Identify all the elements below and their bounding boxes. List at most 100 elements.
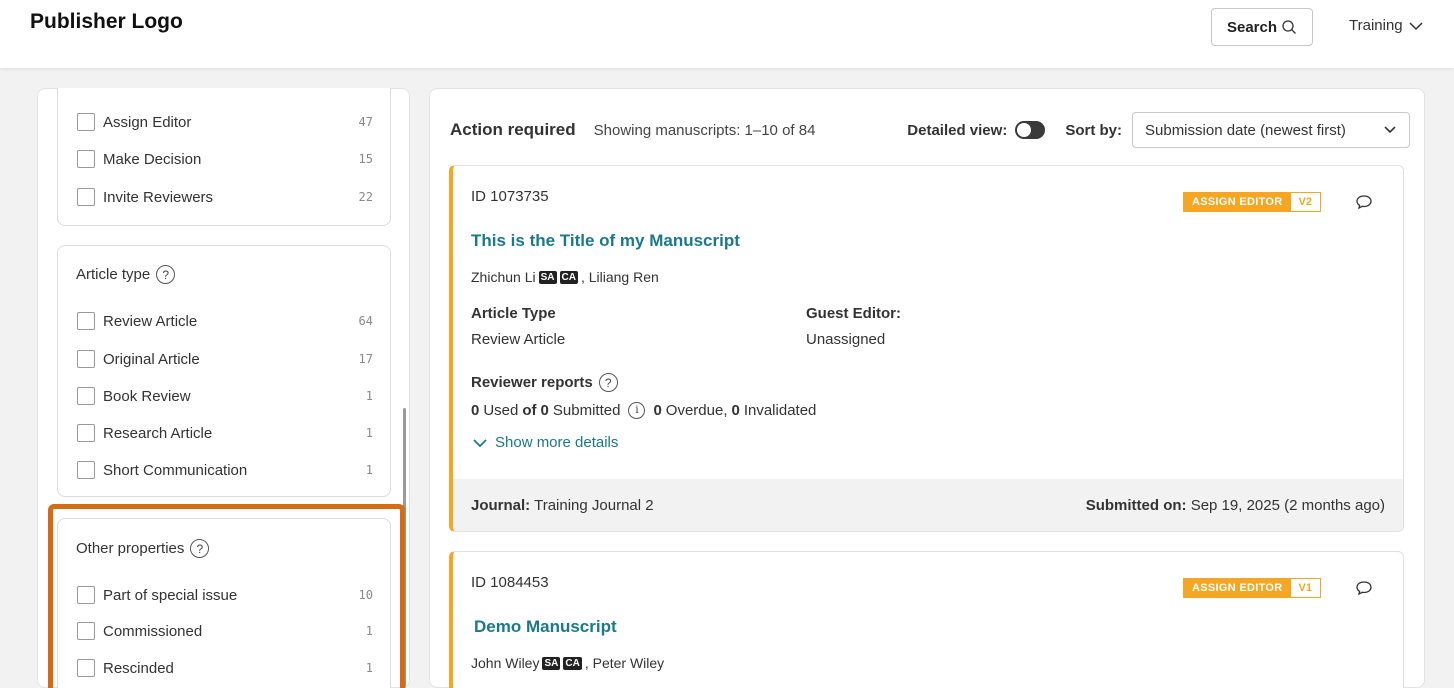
filter-count: 22 bbox=[358, 190, 373, 204]
submitted-on-value: Sep 19, 2025 (2 months ago) bbox=[1190, 496, 1385, 514]
filter-research-article[interactable]: Research Article 1 bbox=[77, 422, 373, 444]
guest-editor-value: Unassigned bbox=[806, 331, 886, 348]
submitted-info: Submitted on: Sep 19, 2025 (2 months ago… bbox=[1086, 497, 1385, 514]
manuscript-id: ID 1073735 bbox=[471, 188, 549, 205]
used-label: Used bbox=[483, 402, 519, 419]
manuscript-card[interactable]: ID 1084453 ASSIGN EDITOR V1 Demo Manuscr… bbox=[449, 551, 1404, 688]
manuscript-card[interactable]: ID 1073735 ASSIGN EDITOR V2 This is the … bbox=[449, 165, 1404, 532]
checkbox[interactable] bbox=[77, 312, 95, 330]
filter-label: Review Article bbox=[103, 312, 198, 330]
checkbox[interactable] bbox=[77, 188, 95, 206]
action-filter-group: Assign Editor 47 Make Decision 15 Invite… bbox=[57, 88, 391, 226]
info-icon[interactable]: i bbox=[628, 402, 646, 419]
article-type-filter-group: Article type ? Review Article 64 Origina… bbox=[57, 245, 391, 497]
filter-label: Make Decision bbox=[103, 150, 202, 168]
version-label: V1 bbox=[1298, 582, 1312, 594]
invalidated-label: Invalidated bbox=[743, 402, 817, 419]
tag-sa: SA bbox=[542, 656, 561, 670]
article-type-label: Article Type bbox=[471, 305, 556, 322]
filter-count: 1 bbox=[365, 426, 373, 440]
manuscript-list-panel: Action required Showing manuscripts: 1–1… bbox=[429, 88, 1425, 688]
reviewer-reports-heading: Reviewer reports ? bbox=[471, 373, 618, 392]
manuscript-title[interactable]: This is the Title of my Manuscript bbox=[471, 231, 740, 251]
of-label: of bbox=[522, 402, 537, 419]
chevron-down-icon bbox=[1384, 126, 1396, 134]
checkbox[interactable] bbox=[77, 350, 95, 368]
sort-value: Submission date (newest first) bbox=[1145, 121, 1346, 139]
showing-count: Showing manuscripts: 1–10 of 84 bbox=[593, 121, 816, 139]
version-label: V2 bbox=[1298, 196, 1312, 208]
used-count: 0 bbox=[471, 402, 480, 419]
guest-editor-label: Guest Editor: bbox=[806, 305, 902, 322]
author-name: , Liliang Ren bbox=[580, 269, 659, 285]
checkbox[interactable] bbox=[77, 113, 95, 131]
checkbox[interactable] bbox=[77, 150, 95, 168]
status-label: ASSIGN EDITOR bbox=[1184, 579, 1291, 597]
comment-icon[interactable] bbox=[1355, 193, 1373, 211]
sort-label: Sort by: bbox=[1065, 121, 1122, 139]
search-icon bbox=[1282, 20, 1296, 34]
filter-count: 47 bbox=[358, 115, 373, 129]
journal-value: Training Journal 2 bbox=[534, 496, 654, 514]
filter-original-article[interactable]: Original Article 17 bbox=[77, 348, 373, 370]
article-type-value: Review Article bbox=[471, 331, 566, 348]
detailed-view-control: Detailed view: bbox=[907, 121, 1046, 139]
help-icon[interactable]: ? bbox=[156, 265, 176, 284]
help-icon[interactable]: ? bbox=[598, 373, 618, 392]
sort-select[interactable]: Submission date (newest first) bbox=[1132, 112, 1410, 148]
filter-assign-editor[interactable]: Assign Editor 47 bbox=[77, 111, 373, 133]
training-label: Training bbox=[1349, 17, 1403, 34]
tag-ca: CA bbox=[563, 656, 582, 670]
checkbox[interactable] bbox=[77, 461, 95, 479]
list-title: Action required bbox=[450, 120, 576, 139]
filter-label: Research Article bbox=[103, 424, 213, 442]
author-name: , Peter Wiley bbox=[584, 655, 665, 671]
training-menu[interactable]: Training bbox=[1349, 17, 1423, 34]
status-badge: ASSIGN EDITOR V2 bbox=[1183, 192, 1321, 212]
filter-count: 1 bbox=[365, 389, 373, 403]
filter-review-article[interactable]: Review Article 64 bbox=[77, 310, 373, 332]
filter-label: Book Review bbox=[103, 387, 191, 405]
filter-label: Invite Reviewers bbox=[103, 188, 214, 206]
show-more-details-link[interactable]: Show more details bbox=[473, 434, 618, 451]
filter-count: 1 bbox=[365, 463, 373, 477]
publisher-logo[interactable]: Publisher Logo bbox=[30, 10, 183, 34]
comment-icon[interactable] bbox=[1355, 579, 1373, 597]
detailed-view-label: Detailed view: bbox=[907, 121, 1008, 139]
group-title-text: Article type bbox=[76, 266, 151, 283]
filter-book-review[interactable]: Book Review 1 bbox=[77, 385, 373, 407]
filter-label: Short Communication bbox=[103, 461, 248, 479]
submitted-on-label: Submitted on: bbox=[1085, 496, 1187, 514]
filter-short-communication[interactable]: Short Communication 1 bbox=[77, 459, 373, 481]
tag-sa: SA bbox=[538, 270, 557, 284]
manuscript-id: ID 1084453 bbox=[471, 574, 549, 591]
manuscript-title[interactable]: Demo Manuscript bbox=[474, 617, 617, 637]
author-name: Zhichun Li bbox=[471, 269, 536, 285]
reviewer-reports-label: Reviewer reports bbox=[471, 374, 593, 391]
filter-count: 15 bbox=[358, 152, 373, 166]
highlight-box bbox=[48, 504, 405, 688]
filter-make-decision[interactable]: Make Decision 15 bbox=[77, 148, 373, 170]
show-more-label: Show more details bbox=[495, 434, 619, 451]
authors: Zhichun Li SA CA , Liliang Ren bbox=[471, 269, 659, 285]
author-name: John Wiley bbox=[471, 655, 540, 671]
chevron-down-icon bbox=[473, 438, 487, 447]
checkbox[interactable] bbox=[77, 387, 95, 405]
search-button[interactable]: Search bbox=[1211, 8, 1313, 46]
submitted-label: Submitted bbox=[552, 402, 621, 419]
checkbox[interactable] bbox=[77, 424, 95, 442]
search-label: Search bbox=[1226, 18, 1278, 36]
filter-invite-reviewers[interactable]: Invite Reviewers 22 bbox=[77, 186, 373, 208]
invalidated-count: 0 bbox=[731, 402, 740, 419]
authors: John Wiley SA CA , Peter Wiley bbox=[471, 655, 664, 671]
top-bar: Publisher Logo Search Training bbox=[0, 0, 1454, 68]
journal-info: Journal: Training Journal 2 bbox=[471, 497, 654, 514]
article-type-title: Article type ? bbox=[76, 265, 176, 284]
overdue-label: Overdue, bbox=[665, 402, 728, 419]
list-header: Action required Showing manuscripts: 1–1… bbox=[450, 112, 1410, 148]
chevron-down-icon bbox=[1409, 21, 1423, 30]
status-label: ASSIGN EDITOR bbox=[1184, 193, 1291, 211]
detailed-view-toggle[interactable] bbox=[1015, 121, 1046, 139]
card-footer: Journal: Training Journal 2 Submitted on… bbox=[453, 479, 1403, 531]
filter-count: 17 bbox=[358, 352, 373, 366]
